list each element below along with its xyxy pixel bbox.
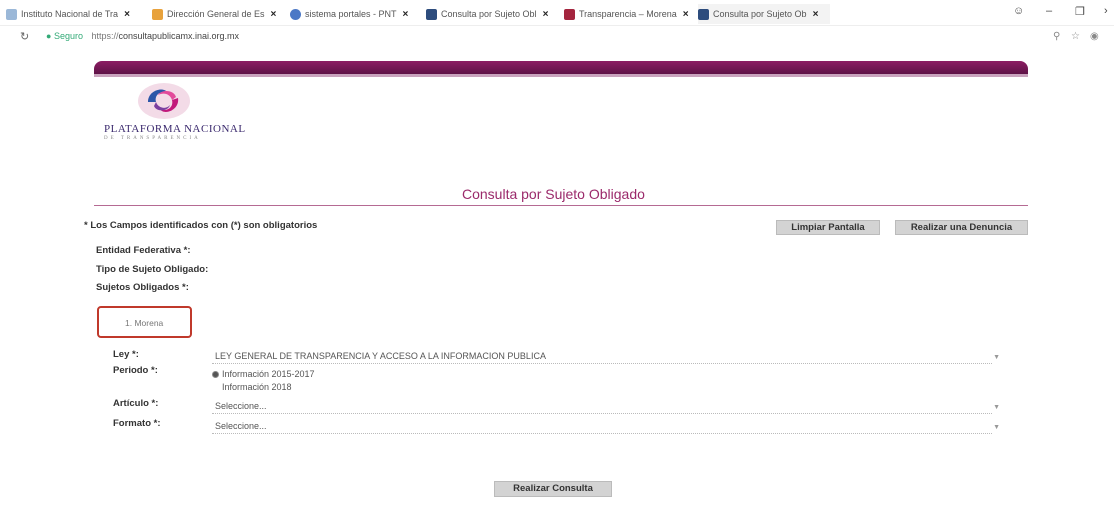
browser-tab-3[interactable]: sistema portales - PNT × [290,4,420,24]
browser-tab-5[interactable]: Transparencia – Morena × [564,4,699,24]
chevron-down-icon: ▼ [993,424,1000,431]
page-title: Consulta por Sujeto Obligado [462,186,645,202]
m-logo-icon [564,8,575,20]
close-icon[interactable]: × [271,9,277,20]
site-icon [290,8,301,20]
close-window-icon[interactable]: › [1104,5,1108,17]
format-select[interactable]: Seleccione... ▼ [212,419,1000,434]
browser-tab-1[interactable]: Instituto Nacional de Tra × [6,4,146,24]
subjects-label: Sujetos Obligados *: [96,282,189,293]
submit-query-button[interactable]: Realizar Consulta [494,481,612,497]
tab-label: sistema portales - PNT [305,9,397,19]
selected-subject-item[interactable]: 1. Morena [125,318,163,328]
article-label: Artículo *: [113,398,159,409]
browser-tab-6-active[interactable]: Consulta por Sujeto Ob × [698,4,830,24]
close-icon[interactable]: × [543,9,549,20]
secure-label: Seguro [53,31,83,41]
article-select[interactable]: Seleccione... ▼ [212,399,1000,414]
grid-icon [426,8,437,20]
file-complaint-button[interactable]: Realizar una Denuncia [895,220,1028,235]
url-host: consultapublicamx.inai.org.mx [118,31,240,41]
radio-selected-icon[interactable] [212,371,219,378]
close-icon[interactable]: × [813,9,819,20]
minimize-icon[interactable]: – [1046,5,1052,17]
clear-screen-button[interactable]: Limpiar Pantalla [776,220,880,235]
law-label: Ley *: [113,349,139,360]
period-option-2018[interactable]: Información 2018 [212,382,292,392]
chevron-down-icon: ▼ [993,404,1000,411]
reload-icon[interactable]: ↻ [20,30,29,43]
law-select[interactable]: LEY GENERAL DE TRANSPARENCIA Y ACCESO A … [212,349,1000,364]
period-option-label: Información 2018 [222,382,292,392]
radio-icon[interactable] [212,384,219,391]
grid-icon [698,8,709,20]
format-value: Seleccione... [215,421,267,431]
logo-emblem-icon [138,83,190,119]
law-value: LEY GENERAL DE TRANSPARENCIA Y ACCESO A … [215,351,546,361]
calendar-icon [152,8,163,20]
star-icon[interactable]: ☆ [1071,31,1080,42]
article-value: Seleccione... [215,401,267,411]
close-icon[interactable]: × [124,9,130,20]
close-icon[interactable]: × [683,9,689,20]
url-field[interactable]: ● Seguro https://consultapublicamx.inai.… [46,31,239,41]
extension-icon[interactable]: ◉ [1090,31,1099,42]
lock-icon: ● Seguro [46,31,83,41]
header-banner [94,61,1028,77]
address-bar: ↻ ● Seguro https://consultapublicamx.ina… [0,26,1114,48]
chevron-down-icon: ▼ [993,354,1000,361]
pnt-logo: Plataforma Nacional de Transparencia [104,80,245,150]
browser-tab-4[interactable]: Consulta por Sujeto Obl × [426,4,560,24]
entity-label: Entidad Federativa *: [96,245,191,256]
tab-label: Consulta por Sujeto Obl [441,9,537,19]
url-scheme: https:// [91,31,119,41]
required-fields-note: * Los Campos identificados con (*) son o… [84,220,318,231]
browser-tab-bar: Instituto Nacional de Tra × Dirección Ge… [0,0,1114,26]
restore-icon[interactable]: ❐ [1075,5,1085,18]
zoom-icon[interactable]: ⚲ [1053,31,1060,42]
subject-type-label: Tipo de Sujeto Obligado: [96,264,209,275]
close-icon[interactable]: × [403,9,409,20]
period-option-2015-2017[interactable]: Información 2015-2017 [212,369,315,379]
title-divider [94,205,1028,206]
tab-label: Instituto Nacional de Tra [21,9,119,19]
format-label: Formato *: [113,418,161,429]
tab-label: Dirección General de Es [167,9,265,19]
account-icon[interactable]: ☺ [1013,5,1024,17]
period-option-label: Información 2015-2017 [222,369,315,379]
period-label: Periodo *: [113,365,158,376]
logo-title: Plataforma Nacional [104,123,246,135]
browser-tab-2[interactable]: Dirección General de Es × [152,4,284,24]
page-icon [6,8,17,20]
tab-label: Consulta por Sujeto Ob [713,9,807,19]
logo-subtitle: de Transparencia [104,136,201,141]
tab-label: Transparencia – Morena [579,9,677,19]
